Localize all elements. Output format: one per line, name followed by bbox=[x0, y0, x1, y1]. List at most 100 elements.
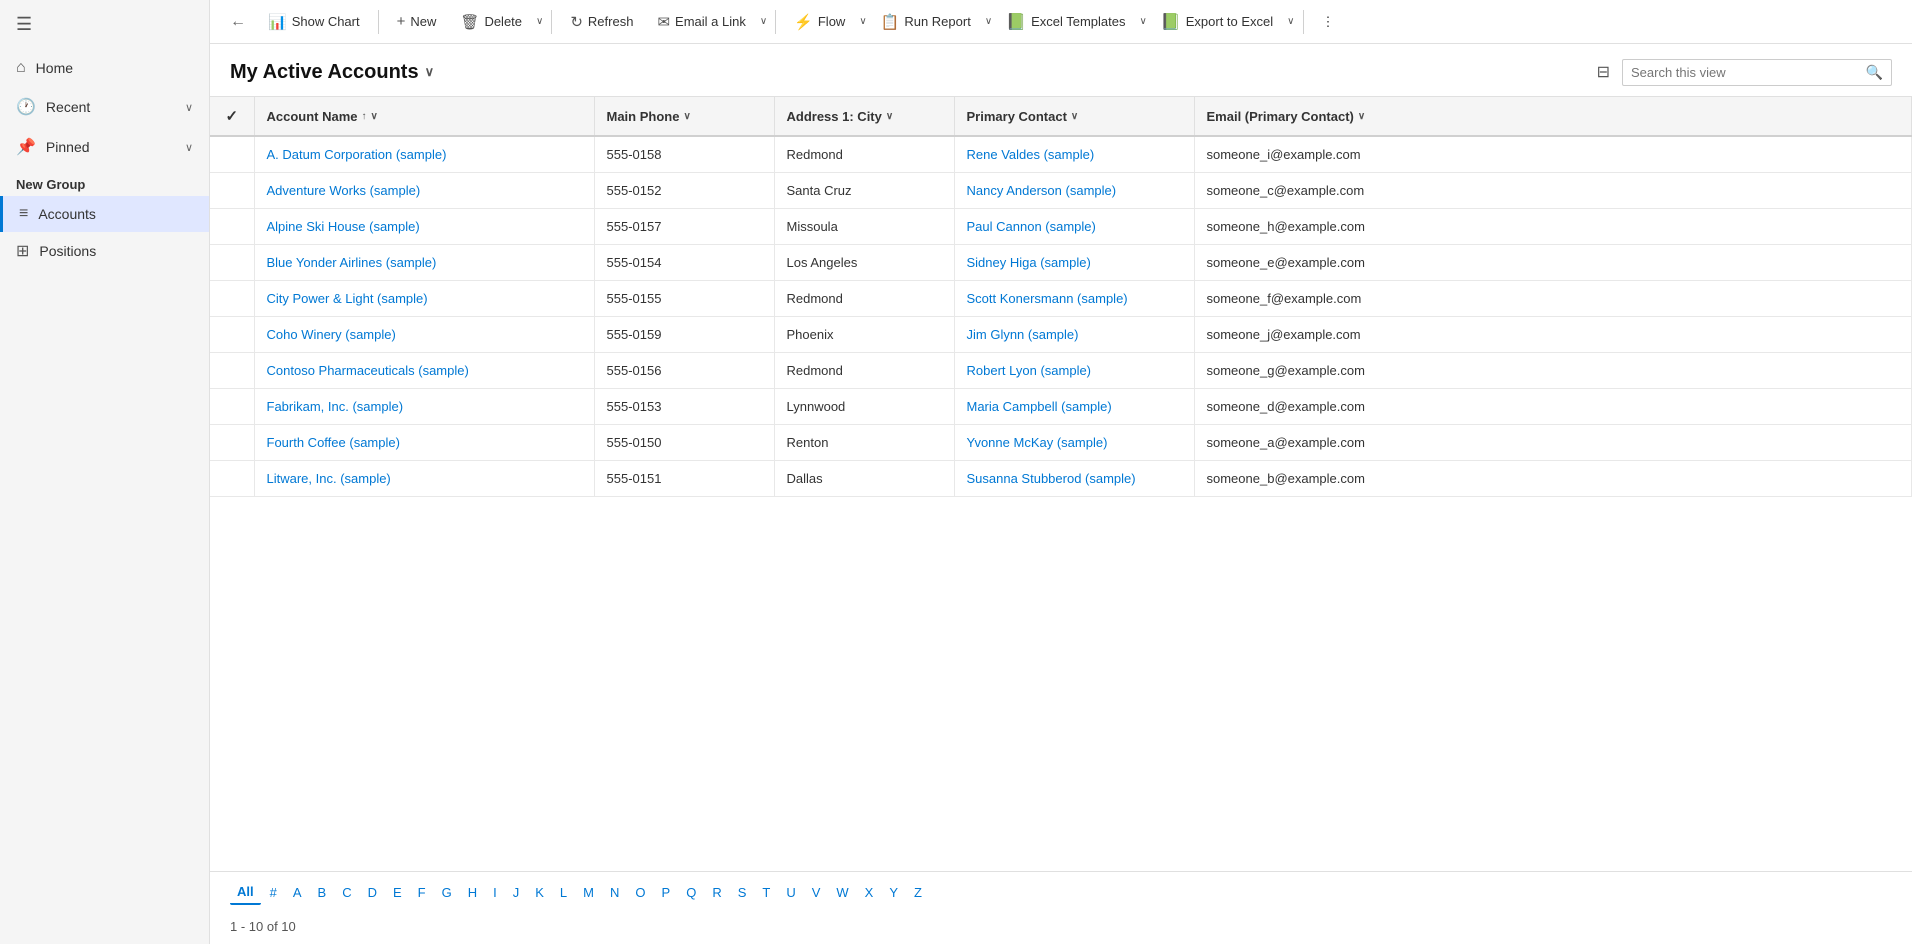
contact-link[interactable]: Robert Lyon (sample) bbox=[967, 363, 1092, 378]
alpha-item-y[interactable]: Y bbox=[882, 881, 905, 904]
account-name-cell[interactable]: Contoso Pharmaceuticals (sample) bbox=[254, 353, 594, 389]
row-checkbox[interactable] bbox=[210, 245, 254, 281]
flow-chevron-icon[interactable]: ∨ bbox=[859, 16, 866, 27]
contact-cell[interactable]: Paul Cannon (sample) bbox=[954, 209, 1194, 245]
alpha-item-r[interactable]: R bbox=[705, 881, 728, 904]
account-name-link[interactable]: Litware, Inc. (sample) bbox=[267, 471, 391, 486]
contact-link[interactable]: Paul Cannon (sample) bbox=[967, 219, 1096, 234]
alpha-item-c[interactable]: C bbox=[335, 881, 358, 904]
contact-link[interactable]: Sidney Higa (sample) bbox=[967, 255, 1091, 270]
alpha-item-t[interactable]: T bbox=[755, 881, 777, 904]
alpha-item-z[interactable]: Z bbox=[907, 881, 929, 904]
alpha-item-h[interactable]: H bbox=[461, 881, 484, 904]
alpha-item-w[interactable]: W bbox=[829, 881, 855, 904]
contact-link[interactable]: Maria Campbell (sample) bbox=[967, 399, 1112, 414]
account-name-cell[interactable]: Coho Winery (sample) bbox=[254, 317, 594, 353]
show-chart-button[interactable]: 📊 Show Chart bbox=[258, 8, 370, 36]
alpha-item-#[interactable]: # bbox=[263, 881, 284, 904]
alpha-item-q[interactable]: Q bbox=[679, 881, 703, 904]
alpha-item-e[interactable]: E bbox=[386, 881, 409, 904]
alpha-item-s[interactable]: S bbox=[731, 881, 754, 904]
delete-button[interactable]: 🗑 Delete bbox=[450, 8, 532, 36]
contact-cell[interactable]: Nancy Anderson (sample) bbox=[954, 173, 1194, 209]
alpha-item-i[interactable]: I bbox=[486, 881, 504, 904]
contact-cell[interactable]: Maria Campbell (sample) bbox=[954, 389, 1194, 425]
account-name-cell[interactable]: A. Datum Corporation (sample) bbox=[254, 136, 594, 173]
export-excel-chevron-icon[interactable]: ∨ bbox=[1287, 16, 1294, 27]
account-name-cell[interactable]: Fabrikam, Inc. (sample) bbox=[254, 389, 594, 425]
refresh-button[interactable]: ↻ Refresh bbox=[560, 8, 643, 36]
account-name-cell[interactable]: Blue Yonder Airlines (sample) bbox=[254, 245, 594, 281]
contact-link[interactable]: Yvonne McKay (sample) bbox=[967, 435, 1108, 450]
primary-contact-header[interactable]: Primary Contact ∨ bbox=[954, 97, 1194, 136]
email-chevron-icon[interactable]: ∨ bbox=[760, 16, 767, 27]
row-checkbox[interactable] bbox=[210, 317, 254, 353]
contact-link[interactable]: Susanna Stubberod (sample) bbox=[967, 471, 1136, 486]
city-header[interactable]: Address 1: City ∨ bbox=[774, 97, 954, 136]
account-name-link[interactable]: Alpine Ski House (sample) bbox=[267, 219, 420, 234]
alpha-item-v[interactable]: V bbox=[805, 881, 828, 904]
back-button[interactable]: ← bbox=[222, 8, 254, 36]
hamburger-menu-button[interactable]: ☰ bbox=[0, 0, 209, 49]
alpha-item-g[interactable]: G bbox=[435, 881, 459, 904]
alpha-item-l[interactable]: L bbox=[553, 881, 574, 904]
sidebar-item-pinned[interactable]: 📌 Pinned ∨ bbox=[0, 127, 209, 167]
account-name-cell[interactable]: City Power & Light (sample) bbox=[254, 281, 594, 317]
sidebar-item-accounts[interactable]: ≡ Accounts bbox=[0, 196, 209, 232]
account-name-link[interactable]: Coho Winery (sample) bbox=[267, 327, 396, 342]
contact-cell[interactable]: Sidney Higa (sample) bbox=[954, 245, 1194, 281]
email-link-button[interactable]: ✉ Email a Link bbox=[647, 8, 755, 36]
row-checkbox[interactable] bbox=[210, 389, 254, 425]
contact-cell[interactable]: Susanna Stubberod (sample) bbox=[954, 461, 1194, 497]
main-phone-header[interactable]: Main Phone ∨ bbox=[594, 97, 774, 136]
excel-templates-button[interactable]: 📗 Excel Templates bbox=[996, 7, 1135, 37]
contact-cell[interactable]: Rene Valdes (sample) bbox=[954, 136, 1194, 173]
account-name-header[interactable]: Account Name ↑ ∨ bbox=[254, 97, 594, 136]
search-input[interactable] bbox=[1631, 65, 1860, 80]
view-title-chevron-icon[interactable]: ∨ bbox=[425, 64, 435, 80]
account-name-link[interactable]: A. Datum Corporation (sample) bbox=[267, 147, 447, 162]
new-button[interactable]: + New bbox=[387, 8, 447, 35]
account-name-link[interactable]: Contoso Pharmaceuticals (sample) bbox=[267, 363, 469, 378]
sidebar-item-recent[interactable]: 🕐 Recent ∨ bbox=[0, 87, 209, 127]
delete-chevron-icon[interactable]: ∨ bbox=[536, 16, 543, 27]
alpha-item-k[interactable]: K bbox=[528, 881, 551, 904]
alpha-item-p[interactable]: P bbox=[655, 881, 678, 904]
alpha-item-f[interactable]: F bbox=[411, 881, 433, 904]
row-checkbox[interactable] bbox=[210, 281, 254, 317]
city-filter-icon[interactable]: ∨ bbox=[886, 111, 893, 122]
sidebar-item-positions[interactable]: ⊞ Positions bbox=[0, 232, 209, 270]
alpha-item-u[interactable]: U bbox=[779, 881, 802, 904]
search-icon[interactable]: 🔍 bbox=[1866, 64, 1883, 81]
account-name-link[interactable]: Fourth Coffee (sample) bbox=[267, 435, 400, 450]
alpha-item-m[interactable]: M bbox=[576, 881, 601, 904]
alpha-item-n[interactable]: N bbox=[603, 881, 626, 904]
sidebar-item-home[interactable]: ⌂ Home bbox=[0, 49, 209, 87]
account-name-link[interactable]: Adventure Works (sample) bbox=[267, 183, 421, 198]
email-header[interactable]: Email (Primary Contact) ∨ bbox=[1194, 97, 1912, 136]
more-options-button[interactable]: ⋮ bbox=[1312, 9, 1345, 35]
account-name-cell[interactable]: Adventure Works (sample) bbox=[254, 173, 594, 209]
account-name-filter-icon[interactable]: ∨ bbox=[371, 111, 378, 122]
select-all-header[interactable]: ✓ bbox=[210, 97, 254, 136]
account-name-link[interactable]: City Power & Light (sample) bbox=[267, 291, 428, 306]
filter-icon[interactable]: ⊟ bbox=[1593, 58, 1614, 86]
alpha-item-d[interactable]: D bbox=[361, 881, 384, 904]
contact-link[interactable]: Scott Konersmann (sample) bbox=[967, 291, 1128, 306]
contact-link[interactable]: Jim Glynn (sample) bbox=[967, 327, 1079, 342]
contact-cell[interactable]: Robert Lyon (sample) bbox=[954, 353, 1194, 389]
alpha-item-o[interactable]: O bbox=[628, 881, 652, 904]
alpha-item-all[interactable]: All bbox=[230, 880, 261, 905]
row-checkbox[interactable] bbox=[210, 136, 254, 173]
row-checkbox[interactable] bbox=[210, 173, 254, 209]
account-name-cell[interactable]: Fourth Coffee (sample) bbox=[254, 425, 594, 461]
contact-link[interactable]: Rene Valdes (sample) bbox=[967, 147, 1095, 162]
excel-templates-chevron-icon[interactable]: ∨ bbox=[1139, 16, 1146, 27]
contact-link[interactable]: Nancy Anderson (sample) bbox=[967, 183, 1117, 198]
alpha-item-a[interactable]: A bbox=[286, 881, 309, 904]
alpha-item-j[interactable]: J bbox=[506, 881, 527, 904]
main-phone-filter-icon[interactable]: ∨ bbox=[683, 111, 690, 122]
contact-cell[interactable]: Jim Glynn (sample) bbox=[954, 317, 1194, 353]
contact-cell[interactable]: Scott Konersmann (sample) bbox=[954, 281, 1194, 317]
account-name-link[interactable]: Fabrikam, Inc. (sample) bbox=[267, 399, 404, 414]
